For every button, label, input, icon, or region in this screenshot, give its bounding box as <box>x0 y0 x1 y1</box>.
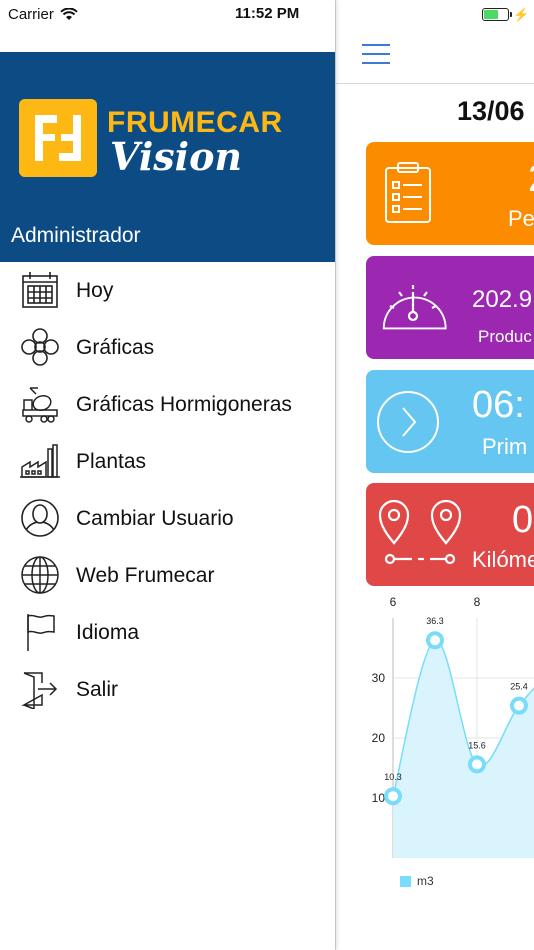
status-right: ⚡ <box>482 6 529 22</box>
frumecar-logo-icon <box>19 99 97 177</box>
primera-value: 06: <box>472 384 525 426</box>
menu-item-label: Salir <box>76 677 119 701</box>
menu-item-plantas[interactable]: Plantas <box>0 433 335 490</box>
produccion-card[interactable]: 202.9 Produc <box>366 256 534 359</box>
carrier-label: Carrier <box>8 6 54 23</box>
clipboard-icon <box>385 162 431 223</box>
user-role: Administrador <box>11 224 141 247</box>
kilometros-label: Kilóme <box>472 547 534 572</box>
data-point <box>384 787 402 806</box>
flag-icon <box>27 614 55 651</box>
main-panel: ⚡ 13/06 28 Pedid <box>335 0 534 950</box>
speedometer-icon <box>382 285 447 330</box>
menu-item-label: Cambiar Usuario <box>76 506 234 530</box>
chart-legend: m3 <box>400 874 434 888</box>
kilometros-value: 0 <box>512 499 534 541</box>
factory-icon <box>20 444 60 478</box>
data-point <box>510 696 528 715</box>
globe-icon <box>21 556 59 594</box>
production-chart: 10 20 30 6 8 10.3 36.3 15.6 25.4 m3 <box>336 590 534 910</box>
data-label: 25.4 <box>510 682 528 692</box>
produccion-value: 202.9 <box>472 286 533 313</box>
clock-label: 11:52 PM <box>235 5 300 22</box>
primera-label: Prim <box>482 434 528 459</box>
menu-item-cambiar-usuario[interactable]: Cambiar Usuario <box>0 490 335 547</box>
x-tick-label: 8 <box>474 595 481 609</box>
calendar-icon <box>22 272 58 308</box>
kilometros-card[interactable]: 0 Kilóme <box>366 483 534 586</box>
menu-item-salir[interactable]: Salir <box>0 661 335 718</box>
chart-canvas: 10 20 30 6 8 10.3 36.3 15.6 25.4 <box>372 595 534 858</box>
area-fill <box>393 640 534 858</box>
battery-icon <box>482 7 512 21</box>
concrete-mixer-icon <box>22 387 58 423</box>
date-label: 13/06 <box>457 96 525 126</box>
hamburger-menu-icon[interactable] <box>362 44 390 64</box>
charging-icon: ⚡ <box>513 6 530 22</box>
status-bar: Carrier 11:52 PM <box>0 0 335 30</box>
pedidos-label: Pedid <box>508 206 534 231</box>
brand-subtitle: Vision <box>110 134 243 179</box>
menu-item-label: Plantas <box>76 449 147 473</box>
menu-item-graficas[interactable]: Gráficas <box>0 319 335 376</box>
produccion-label: Produc <box>478 327 532 346</box>
chevron-circle-icon <box>377 391 439 453</box>
menu-item-label: Web Frumecar <box>76 563 215 587</box>
menu-item-web-frumecar[interactable]: Web Frumecar <box>0 547 335 604</box>
legend-swatch <box>400 875 411 887</box>
navbar <box>336 30 534 84</box>
carrier-group: Carrier <box>8 6 78 23</box>
route-pins-icon <box>378 499 462 565</box>
pedidos-value: 28 <box>528 158 534 201</box>
primera-card[interactable]: 06: Prim <box>366 370 534 473</box>
app-screen: ⚡ 13/06 28 Pedid <box>0 0 534 950</box>
x-tick-label: 6 <box>390 595 397 609</box>
user-icon <box>21 499 59 537</box>
menu-item-label: Idioma <box>76 620 140 644</box>
wifi-icon <box>60 8 78 20</box>
y-tick-label: 20 <box>372 731 386 745</box>
menu-item-label: Hoy <box>76 278 114 302</box>
data-point <box>468 755 486 774</box>
data-label: 10.3 <box>384 772 402 782</box>
chart-flower-icon <box>21 328 59 366</box>
legend-label: m3 <box>417 874 434 888</box>
y-tick-label: 30 <box>372 671 386 685</box>
drawer-menu: Hoy Gráficas Gráficas Hormigoneras Plant… <box>0 262 335 718</box>
menu-item-hoy[interactable]: Hoy <box>0 262 335 319</box>
data-label: 15.6 <box>468 740 486 750</box>
menu-item-label: Gráficas Hormigoneras <box>76 392 292 416</box>
exit-door-icon <box>21 672 58 709</box>
pedidos-card[interactable]: 28 Pedid <box>366 142 534 245</box>
y-tick-label: 10 <box>372 791 386 805</box>
menu-item-idioma[interactable]: Idioma <box>0 604 335 661</box>
data-label: 36.3 <box>426 616 444 626</box>
drawer-header: FRUMECAR Vision Administrador <box>0 52 335 262</box>
menu-item-graficas-hormigoneras[interactable]: Gráficas Hormigoneras <box>0 376 335 433</box>
data-point <box>426 631 444 650</box>
side-drawer: Carrier 11:52 PM FRUMECAR Vision Adminis… <box>0 0 335 950</box>
menu-item-label: Gráficas <box>76 335 155 359</box>
